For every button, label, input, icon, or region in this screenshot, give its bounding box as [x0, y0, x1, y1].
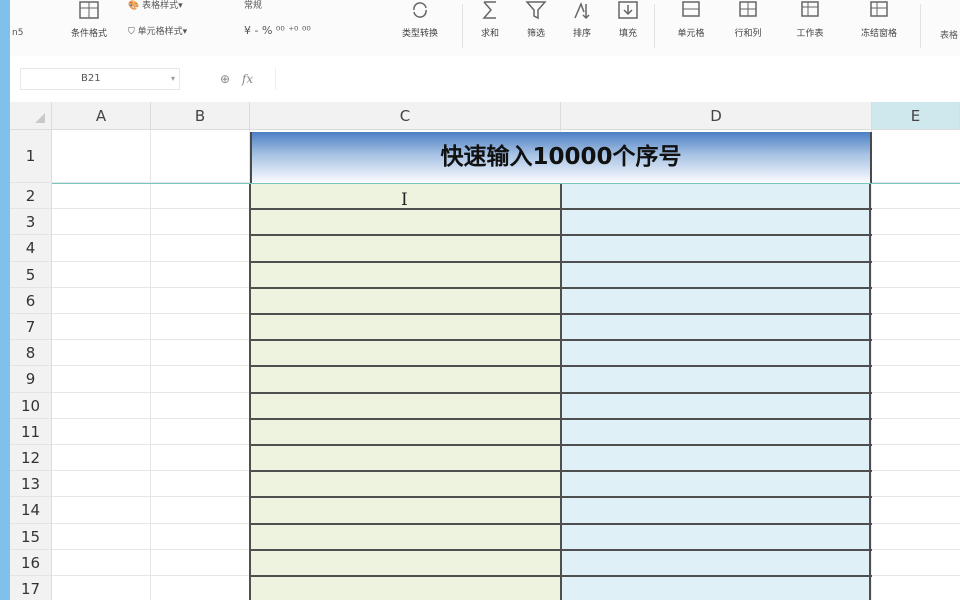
title-cell[interactable]: 快速输入10000个序号 [250, 132, 872, 183]
row-col-button[interactable]: 行和列 [722, 0, 774, 56]
row-header-12[interactable]: 12 [10, 445, 52, 472]
ribbon-separator [462, 4, 463, 48]
row-header-4[interactable]: 4 [10, 235, 52, 262]
font-label[interactable]: 常规 [244, 0, 262, 11]
frozen-pane-line [52, 183, 960, 184]
row-header-2[interactable]: 2 [10, 183, 52, 210]
text-cursor-icon: I [401, 190, 408, 210]
spreadsheet-grid: A B C D E 1 2 3 4 5 6 7 8 9 10 11 12 13 14 15 16 17 快速输入… [10, 102, 960, 600]
table-style-button[interactable]: 🎨 表格样式▾ [128, 0, 183, 11]
cell-border-vertical [249, 183, 251, 600]
row-column-icon [736, 0, 760, 22]
zoom-search-icon[interactable]: ⊕ [220, 72, 230, 86]
row-header-1[interactable]: 1 [10, 130, 52, 183]
column-header-d[interactable]: D [561, 102, 872, 130]
row-header-13[interactable]: 13 [10, 471, 52, 498]
column-header-c[interactable]: C [250, 102, 561, 130]
cell-style-button[interactable]: ⛉ 单元格样式▾ [128, 24, 187, 37]
cell-border-vertical [560, 183, 562, 600]
row-header-15[interactable]: 15 [10, 523, 52, 550]
conditional-format-button[interactable]: 条件格式 [54, 0, 124, 56]
freeze-pane-button[interactable]: 冻结窗格 [848, 0, 910, 56]
convert-icon [408, 0, 432, 22]
row-header-7[interactable]: 7 [10, 314, 52, 341]
grid-column-line [150, 130, 151, 600]
fill-button[interactable]: 填充 [606, 0, 650, 56]
formula-bar: B21 ▾ ⊕ fx [10, 56, 960, 102]
row-header-16[interactable]: 16 [10, 549, 52, 576]
ribbon-separator [654, 4, 655, 48]
sigma-icon [478, 0, 502, 22]
sum-button[interactable]: 求和 [468, 0, 512, 56]
chevron-down-icon: ▾ [170, 74, 175, 83]
ribbon-left-label: n5 [12, 28, 24, 38]
row-header-9[interactable]: 9 [10, 366, 52, 393]
row-header-3[interactable]: 3 [10, 209, 52, 236]
column-header-e[interactable]: E [872, 102, 960, 130]
freeze-pane-icon [867, 0, 891, 22]
row-header-11[interactable]: 11 [10, 418, 52, 445]
row-header-6[interactable]: 6 [10, 287, 52, 314]
fill-down-icon [616, 0, 640, 22]
formula-icons: ⊕ fx [220, 68, 253, 90]
column-header-b[interactable]: B [151, 102, 250, 130]
window-edge [0, 0, 10, 600]
type-convert-button[interactable]: 类型转换 [382, 0, 458, 56]
sort-icon [570, 0, 594, 22]
row-header-10[interactable]: 10 [10, 392, 52, 419]
filter-button[interactable]: 筛选 [514, 0, 558, 56]
name-box[interactable]: B21 ▾ [20, 68, 180, 90]
ribbon-more[interactable]: 表格 [940, 28, 958, 41]
row-header-17[interactable]: 17 [10, 576, 52, 600]
worksheet-button[interactable]: 工作表 [780, 0, 840, 56]
row-header-14[interactable]: 14 [10, 497, 52, 524]
ribbon-separator [920, 4, 921, 48]
funnel-icon [524, 0, 548, 22]
cells-icon [679, 0, 703, 22]
column-header-a[interactable]: A [52, 102, 151, 130]
cells-button[interactable]: 单元格 [666, 0, 716, 56]
table-format-icon [77, 0, 101, 22]
ribbon-toolbar: n5 条件格式 🎨 表格样式▾ ⛉ 单元格样式▾ 常规 ¥ - % ⁰⁰ ⁺⁰ … [10, 0, 960, 57]
row-header-5[interactable]: 5 [10, 261, 52, 288]
worksheet-icon [798, 0, 822, 22]
formula-input[interactable] [275, 68, 960, 90]
sort-button[interactable]: 排序 [560, 0, 604, 56]
cell-border-vertical [869, 183, 871, 600]
number-format-symbols[interactable]: ¥ - % ⁰⁰ ⁺⁰ ⁰⁰ [244, 24, 311, 37]
fx-icon[interactable]: fx [242, 72, 253, 86]
select-all-corner[interactable] [10, 102, 52, 130]
row-header-8[interactable]: 8 [10, 340, 52, 367]
